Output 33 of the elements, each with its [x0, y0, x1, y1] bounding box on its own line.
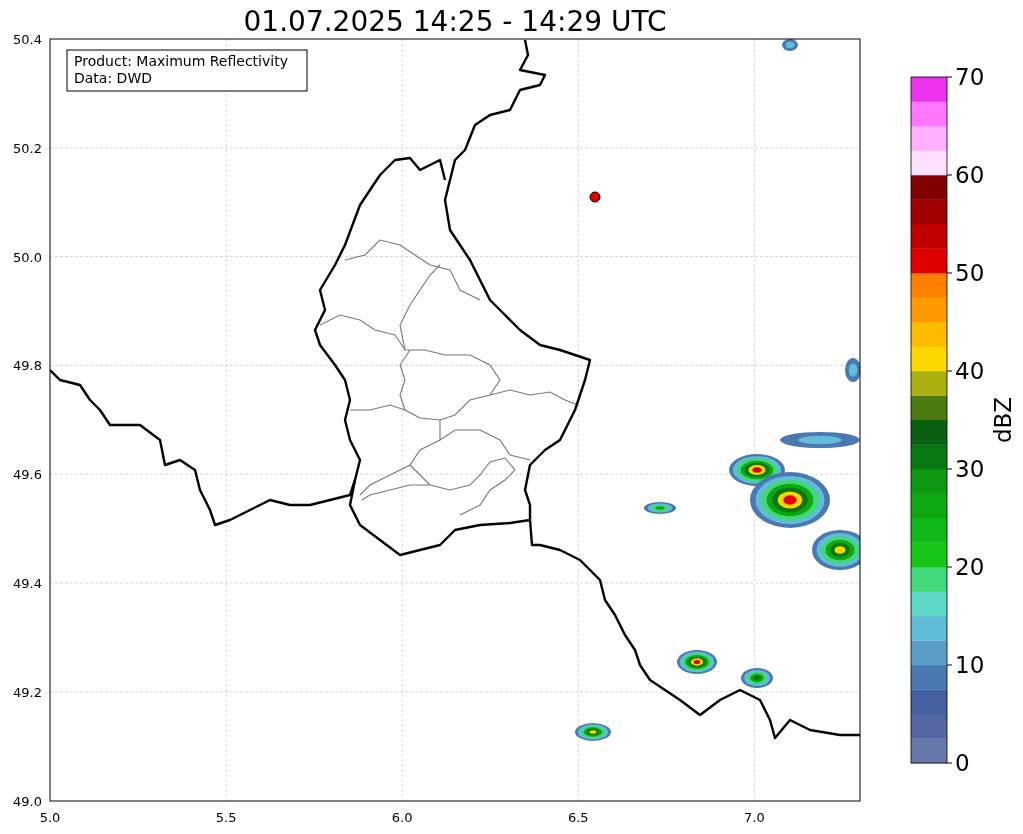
colorbar-tick-label: 60 [955, 162, 985, 188]
axis-tick-label: 49.2 [13, 684, 42, 700]
rain-cell [812, 530, 860, 570]
rain-cell [644, 502, 676, 514]
radar-site-marker [589, 191, 601, 203]
axis-tick-label: 6.5 [567, 810, 589, 825]
colorbar-tick-label: 20 [955, 554, 985, 580]
axis-tick-label: 7.0 [744, 810, 765, 825]
colorbar-tick-label: 50 [955, 260, 985, 286]
colorbar-tick-label: 40 [955, 358, 985, 384]
info-text: Product: Maximum Reflectivity [74, 53, 288, 69]
rain-cell [575, 723, 611, 741]
rain-cell [845, 358, 860, 382]
colorbar-tick-label: 10 [955, 652, 985, 678]
info-text: Data: DWD [74, 70, 152, 86]
colorbar-tick-label: 30 [955, 456, 985, 482]
axis-tick-label: 49.0 [13, 793, 42, 809]
axis-tick-label: 49.6 [13, 467, 42, 483]
axis-tick-label: 49.4 [13, 576, 42, 591]
axis-tick-label: 6.0 [391, 810, 413, 825]
rain-cell [782, 39, 798, 51]
axis-tick-label: 50.0 [13, 249, 42, 265]
axis-tick-label: 5.5 [215, 810, 237, 825]
colorbar-tick-label: 0 [955, 750, 970, 776]
rain-cell [677, 650, 717, 674]
axis-tick-label: 50.2 [13, 140, 42, 156]
axis-tick-label: 49.8 [13, 358, 42, 374]
chart-title: 01.07.2025 14:25 - 14:29 UTC [243, 5, 667, 38]
axis-tick-label: 5.0 [39, 810, 61, 825]
rain-cell [741, 668, 773, 688]
axis-tick-label: 50.4 [13, 32, 42, 47]
colorbar-label: dBZ [990, 396, 1016, 444]
colorbar-tick-label: 70 [955, 64, 985, 90]
